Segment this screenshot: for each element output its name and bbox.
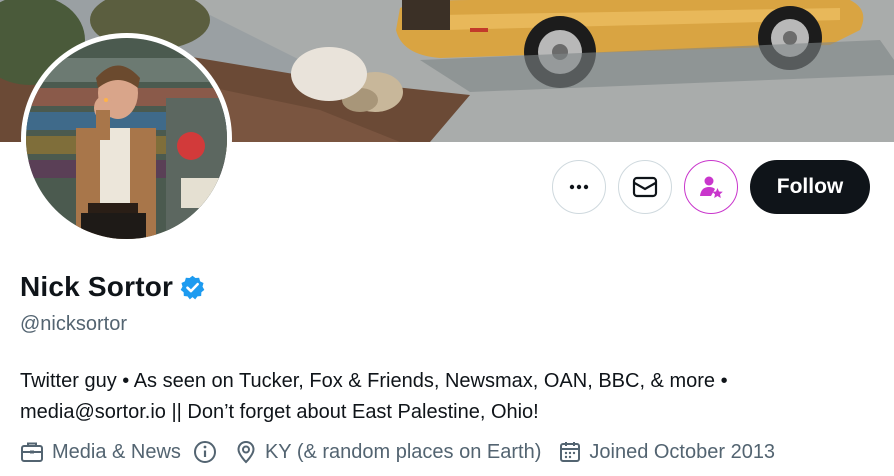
category-item: Media & News <box>20 440 217 464</box>
bio-line: media@sortor.io || Don’t forget about Ea… <box>20 401 539 423</box>
bio-line: Twitter guy • As seen on Tucker, Fox & F… <box>20 370 728 392</box>
verified-badge-icon[interactable] <box>179 274 206 301</box>
profile-handle: @nicksortor <box>20 313 127 335</box>
message-button[interactable] <box>618 160 672 214</box>
person-star-icon <box>700 176 723 198</box>
avatar-photo <box>26 38 227 239</box>
profile-name-row: Nick Sortor <box>20 271 206 303</box>
joined-item: Joined October 2013 <box>559 441 775 464</box>
profile-bio: Twitter guy • As seen on Tucker, Fox & F… <box>20 366 880 428</box>
more-horizontal-icon <box>569 184 589 190</box>
envelope-icon <box>632 176 658 198</box>
briefcase-icon <box>21 442 43 462</box>
more-options-button[interactable] <box>552 160 606 214</box>
location-pin-icon <box>237 440 255 464</box>
subscribe-button[interactable] <box>684 160 738 214</box>
follow-button[interactable]: Follow <box>750 160 870 214</box>
category-label: Media & News <box>52 440 181 463</box>
joined-label: Joined October 2013 <box>589 440 776 463</box>
calendar-icon <box>560 442 581 462</box>
display-name: Nick Sortor <box>20 271 174 302</box>
profile-avatar[interactable] <box>21 33 232 244</box>
category-info-button[interactable] <box>193 440 217 464</box>
location-item: KY (& random places on Earth) <box>235 440 541 464</box>
location-label: KY (& random places on Earth) <box>264 440 542 463</box>
info-circle-icon <box>193 441 216 463</box>
profile-meta: Media & News KY (& random places on Eart… <box>20 440 793 464</box>
